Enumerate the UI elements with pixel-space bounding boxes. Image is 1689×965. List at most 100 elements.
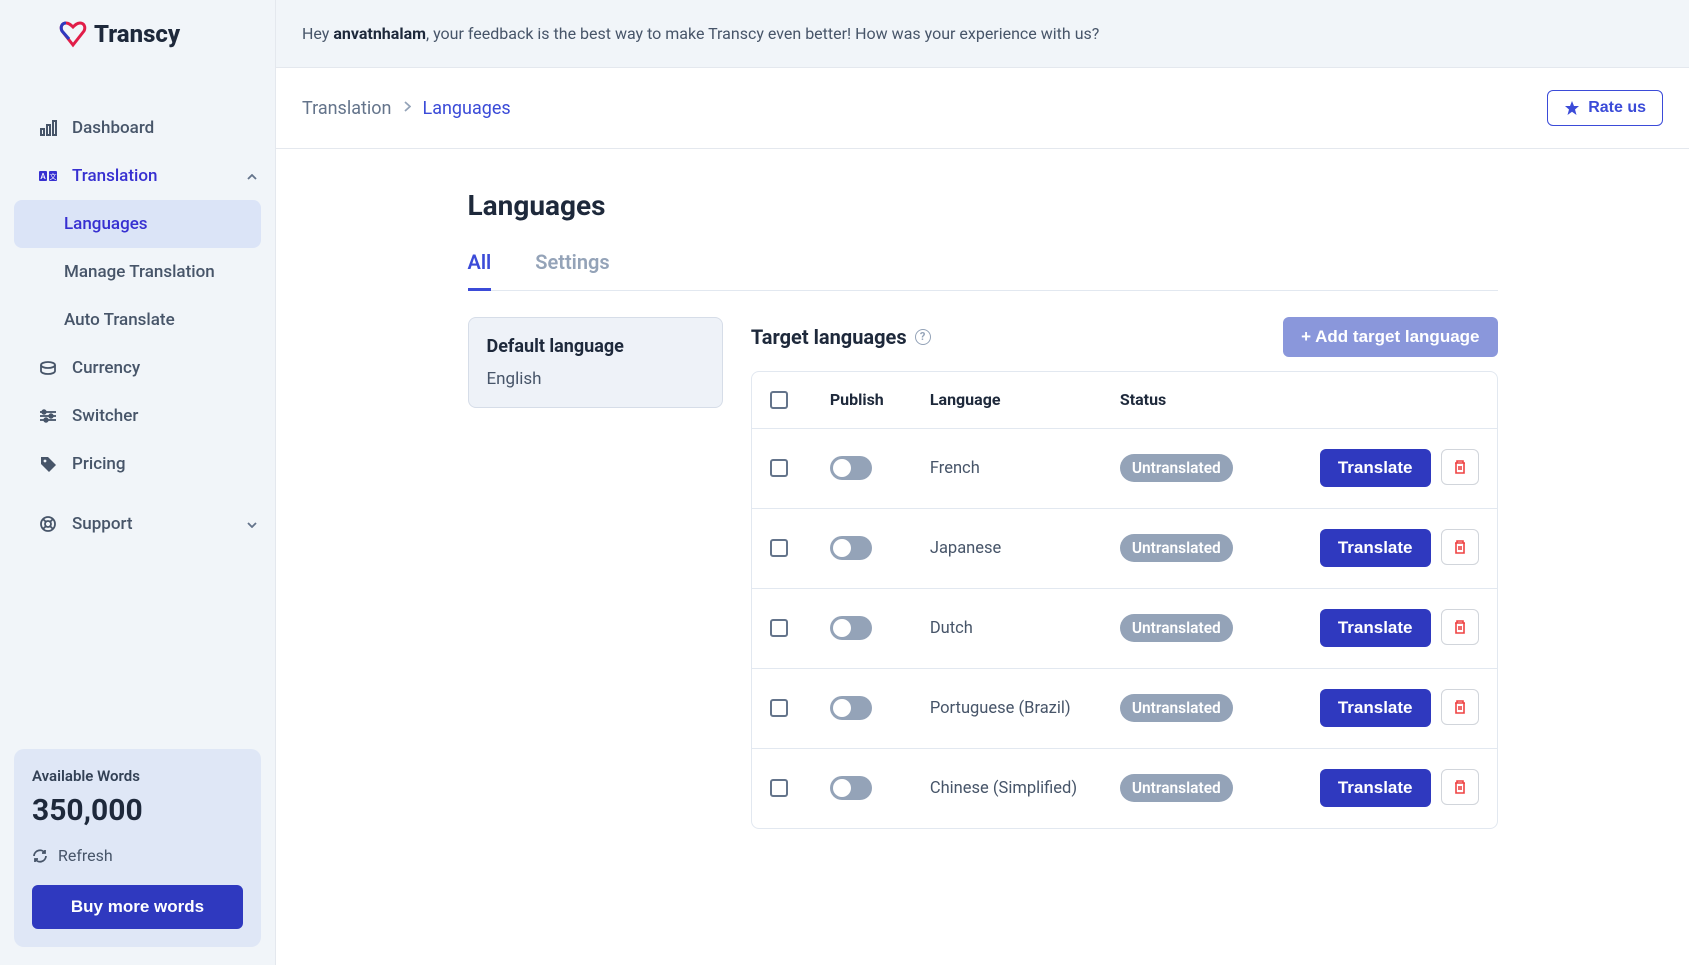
sidebar-item-label: Dashboard <box>72 118 154 138</box>
tab-all[interactable]: All <box>468 250 492 291</box>
sidebar-item-translation[interactable]: A文 Translation <box>0 152 275 200</box>
currency-icon <box>38 358 58 378</box>
sidebar-item-label: Manage Translation <box>64 262 215 282</box>
buy-more-words-button[interactable]: Buy more words <box>32 885 243 929</box>
row-checkbox[interactable] <box>770 699 788 717</box>
status-badge: Untranslated <box>1120 774 1233 802</box>
publish-toggle[interactable] <box>830 616 872 640</box>
col-status: Status <box>1120 390 1320 409</box>
sidebar-item-auto-translate[interactable]: Auto Translate <box>0 296 275 344</box>
translate-button[interactable]: Translate <box>1320 529 1431 567</box>
breadcrumb: Translation Languages <box>302 98 511 119</box>
translate-button[interactable]: Translate <box>1320 689 1431 727</box>
logo-icon <box>58 19 88 49</box>
translate-icon: A文 <box>38 166 58 186</box>
sidebar-item-label: Translation <box>72 166 157 186</box>
feedback-banner: Hey anvatnhalam, your feedback is the be… <box>276 0 1689 68</box>
publish-toggle[interactable] <box>830 696 872 720</box>
delete-button[interactable] <box>1441 449 1479 485</box>
trash-icon <box>1452 619 1468 635</box>
refresh-icon <box>32 848 48 864</box>
trash-icon <box>1452 539 1468 555</box>
row-checkbox[interactable] <box>770 779 788 797</box>
available-words-count: 350,000 <box>32 793 243 828</box>
logo[interactable]: Transcy <box>0 0 275 68</box>
sidebar-item-support[interactable]: Support <box>0 500 275 548</box>
publish-toggle[interactable] <box>830 536 872 560</box>
sidebar-item-dashboard[interactable]: Dashboard <box>0 104 275 152</box>
default-language-value: English <box>487 369 704 389</box>
status-badge: Untranslated <box>1120 614 1233 642</box>
status-badge: Untranslated <box>1120 694 1233 722</box>
translate-button[interactable]: Translate <box>1320 449 1431 487</box>
status-badge: Untranslated <box>1120 534 1233 562</box>
delete-button[interactable] <box>1441 689 1479 725</box>
sidebar-item-languages[interactable]: Languages <box>14 200 261 248</box>
delete-button[interactable] <box>1441 609 1479 645</box>
nav: Dashboard A文 Translation Languages Manag… <box>0 68 275 749</box>
content: Languages All Settings Default language … <box>276 149 1689 829</box>
row-checkbox[interactable] <box>770 539 788 557</box>
row-language: Japanese <box>930 539 1120 558</box>
sliders-icon <box>38 406 58 426</box>
table-header: Publish Language Status <box>752 372 1497 428</box>
table-row: French Untranslated Translate <box>752 428 1497 508</box>
row-language: Dutch <box>930 619 1120 638</box>
target-languages-section: Target languages ? + Add target language… <box>751 317 1498 829</box>
add-target-language-button[interactable]: + Add target language <box>1283 317 1497 357</box>
row-checkbox[interactable] <box>770 459 788 477</box>
row-language: Chinese (Simplified) <box>930 779 1120 798</box>
svg-text:A: A <box>40 172 46 181</box>
chevron-up-icon <box>247 169 257 183</box>
rate-us-label: Rate us <box>1588 99 1646 117</box>
sidebar-item-switcher[interactable]: Switcher <box>0 392 275 440</box>
chart-icon <box>38 118 58 138</box>
status-badge: Untranslated <box>1120 454 1233 482</box>
sidebar-item-currency[interactable]: Currency <box>0 344 275 392</box>
publish-toggle[interactable] <box>830 776 872 800</box>
sidebar-item-label: Switcher <box>72 406 138 426</box>
sidebar: Transcy Dashboard A文 Translation Languag… <box>0 0 276 965</box>
publish-toggle[interactable] <box>830 456 872 480</box>
row-language: Portuguese (Brazil) <box>930 699 1120 718</box>
translate-button[interactable]: Translate <box>1320 609 1431 647</box>
trash-icon <box>1452 459 1468 475</box>
sidebar-item-label: Pricing <box>72 454 126 474</box>
default-language-card: Default language English <box>468 317 723 408</box>
translate-button[interactable]: Translate <box>1320 769 1431 807</box>
sidebar-item-pricing[interactable]: Pricing <box>0 440 275 488</box>
tab-settings[interactable]: Settings <box>535 250 609 291</box>
sidebar-item-label: Auto Translate <box>64 310 175 330</box>
sidebar-item-label: Support <box>72 514 133 534</box>
trash-icon <box>1452 779 1468 795</box>
help-icon[interactable]: ? <box>915 329 931 345</box>
lifebuoy-icon <box>38 514 58 534</box>
banner-suffix: , your feedback is the best way to make … <box>426 24 1099 43</box>
star-icon <box>1564 100 1580 116</box>
sidebar-item-manage-translation[interactable]: Manage Translation <box>0 248 275 296</box>
select-all-checkbox[interactable] <box>770 391 788 409</box>
main: Hey anvatnhalam, your feedback is the be… <box>276 0 1689 965</box>
row-checkbox[interactable] <box>770 619 788 637</box>
breadcrumb-current: Languages <box>423 98 511 119</box>
col-language: Language <box>930 390 1120 409</box>
rate-us-button[interactable]: Rate us <box>1547 90 1663 126</box>
available-words-card: Available Words 350,000 Refresh Buy more… <box>14 749 261 947</box>
sidebar-item-label: Currency <box>72 358 140 378</box>
table-row: Dutch Untranslated Translate <box>752 588 1497 668</box>
target-languages-title: Target languages <box>751 325 907 349</box>
banner-prefix: Hey <box>302 24 333 43</box>
delete-button[interactable] <box>1441 529 1479 565</box>
breadcrumb-parent[interactable]: Translation <box>302 98 392 119</box>
chevron-right-icon <box>404 101 411 116</box>
table-row: Japanese Untranslated Translate <box>752 508 1497 588</box>
refresh-label: Refresh <box>58 846 113 865</box>
languages-table: Publish Language Status French Untransla… <box>751 371 1498 829</box>
table-row: Portuguese (Brazil) Untranslated Transla… <box>752 668 1497 748</box>
default-language-title: Default language <box>487 336 704 357</box>
refresh-button[interactable]: Refresh <box>32 846 243 865</box>
row-language: French <box>930 459 1120 478</box>
delete-button[interactable] <box>1441 769 1479 805</box>
chevron-down-icon <box>247 517 257 531</box>
col-publish: Publish <box>830 390 930 409</box>
